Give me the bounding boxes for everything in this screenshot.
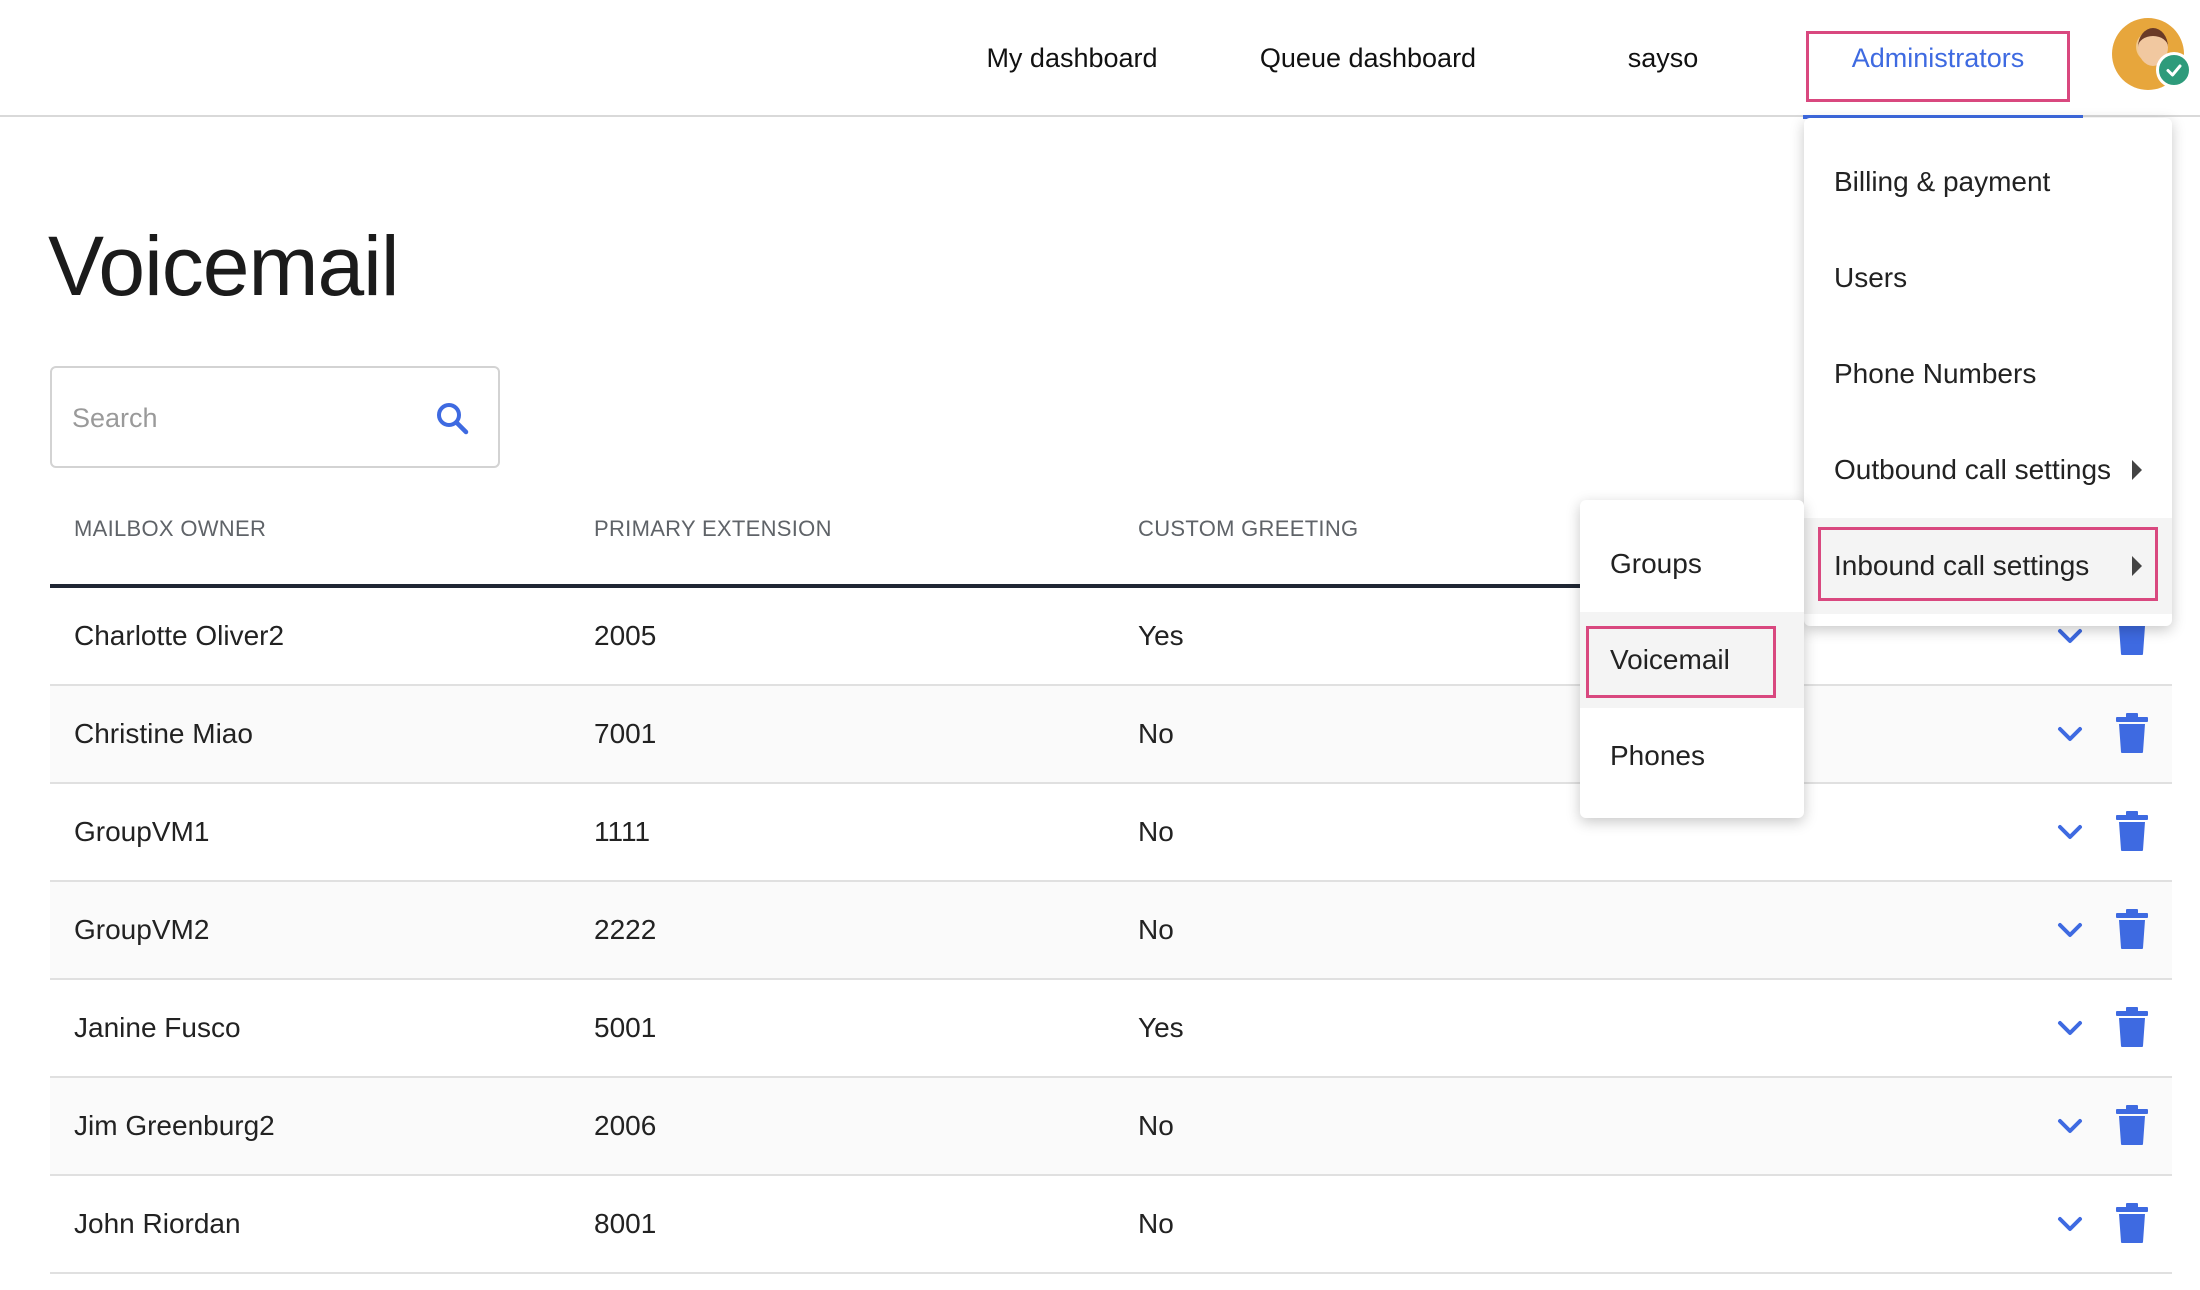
delete-row-button[interactable]	[2114, 810, 2150, 852]
chevron-down-icon	[2058, 923, 2082, 937]
menu-item-label: Outbound call settings	[1834, 454, 2112, 485]
delete-row-button[interactable]	[2114, 1202, 2150, 1244]
menu-item-inbound-call-settings[interactable]: Inbound call settings	[1804, 518, 2172, 614]
cell-primary-extension: 2005	[594, 620, 657, 651]
submenu-item-groups[interactable]: Groups	[1580, 516, 1804, 612]
menu-item-label: Billing & payment	[1834, 166, 2051, 197]
cell-mailbox-owner: John Riordan	[74, 1208, 241, 1239]
cell-mailbox-owner: Christine Miao	[74, 718, 253, 749]
chevron-down-icon	[2058, 825, 2082, 839]
cell-custom-greeting: Yes	[1138, 620, 1184, 651]
trash-icon	[2116, 1007, 2148, 1047]
cell-primary-extension: 2222	[594, 914, 657, 945]
inbound-call-settings-submenu: Groups Voicemail Phones	[1580, 500, 1804, 818]
trash-icon	[2116, 1105, 2148, 1145]
chevron-down-icon	[2058, 727, 2082, 741]
status-online-badge	[2156, 52, 2192, 88]
cell-custom-greeting: No	[1138, 1110, 1174, 1141]
nav-administrators-highlight	[1806, 31, 2070, 102]
menu-item-label: Inbound call settings	[1834, 550, 2090, 581]
nav-queue-dashboard[interactable]: Queue dashboard	[1240, 0, 1496, 117]
cell-mailbox-owner: GroupVM1	[74, 816, 210, 847]
cell-primary-extension: 1111	[594, 816, 651, 847]
expand-row-button[interactable]	[2052, 1206, 2088, 1242]
cell-mailbox-owner: Charlotte Oliver2	[74, 620, 285, 651]
expand-row-button[interactable]	[2052, 716, 2088, 752]
top-navigation-bar: My dashboard Queue dashboard sayso Admin…	[0, 0, 2200, 119]
submenu-item-voicemail[interactable]: Voicemail	[1580, 612, 1804, 708]
menu-item-label: Users	[1834, 262, 1908, 293]
chevron-down-icon	[2058, 1217, 2082, 1231]
menu-item-outbound-call-settings[interactable]: Outbound call settings	[1804, 422, 2172, 518]
menu-item-billing-payment[interactable]: Billing & payment	[1804, 134, 2172, 230]
expand-row-button[interactable]	[2052, 912, 2088, 948]
submenu-item-phones[interactable]: Phones	[1580, 708, 1804, 804]
trash-icon	[2116, 811, 2148, 851]
search-button[interactable]	[432, 398, 474, 440]
submenu-item-label: Phones	[1610, 740, 1705, 771]
cell-primary-extension: 5001	[594, 1012, 657, 1043]
column-header-primary-extension[interactable]: PRIMARY EXTENSION	[594, 516, 832, 542]
trash-icon	[2116, 909, 2148, 949]
table-row: John Riordan 8001 No	[50, 1176, 2172, 1274]
expand-row-button[interactable]	[2052, 1108, 2088, 1144]
nav-sayso[interactable]: sayso	[1600, 0, 1726, 117]
column-header-mailbox-owner[interactable]: MAILBOX OWNER	[74, 516, 266, 542]
search-icon	[437, 403, 469, 435]
table-row: GroupVM2 2222 No	[50, 882, 2172, 980]
cell-primary-extension: 2006	[594, 1110, 657, 1141]
table-row: Jim Greenburg2 2006 No	[50, 1078, 2172, 1176]
delete-row-button[interactable]	[2114, 712, 2150, 754]
nav-my-dashboard[interactable]: My dashboard	[960, 0, 1184, 117]
search-box	[50, 366, 500, 468]
cell-custom-greeting: No	[1138, 816, 1174, 847]
submenu-item-label: Voicemail	[1610, 644, 1730, 675]
avatar[interactable]	[2112, 18, 2192, 90]
trash-icon	[2116, 1203, 2148, 1243]
delete-row-button[interactable]	[2114, 1104, 2150, 1146]
administrators-menu: Billing & payment Users Phone Numbers Ou…	[1804, 118, 2172, 626]
expand-row-button[interactable]	[2052, 814, 2088, 850]
column-header-custom-greeting[interactable]: CUSTOM GREETING	[1138, 516, 1358, 542]
cell-mailbox-owner: Janine Fusco	[74, 1012, 241, 1043]
cell-custom-greeting: No	[1138, 718, 1174, 749]
delete-row-button[interactable]	[2114, 908, 2150, 950]
nav-administrators[interactable]: Administrators	[1803, 0, 2083, 119]
expand-row-button[interactable]	[2052, 1010, 2088, 1046]
check-icon	[2166, 64, 2182, 77]
cell-custom-greeting: Yes	[1138, 1012, 1184, 1043]
caret-right-icon	[2132, 556, 2142, 576]
page-title: Voicemail	[48, 219, 400, 313]
table-body: Charlotte Oliver2 2005 Yes Christine Miao 70…	[50, 588, 2172, 1274]
search-input[interactable]	[70, 394, 410, 442]
table-row: Janine Fusco 5001 Yes	[50, 980, 2172, 1078]
menu-item-label: Phone Numbers	[1834, 358, 2037, 389]
menu-item-users[interactable]: Users	[1804, 230, 2172, 326]
nav-queue-dashboard-label: Queue dashboard	[1259, 43, 1477, 73]
submenu-item-label: Groups	[1610, 548, 1702, 579]
chevron-down-icon	[2058, 1021, 2082, 1035]
table-row: Christine Miao 7001 No	[50, 686, 2172, 784]
cell-custom-greeting: No	[1138, 914, 1174, 945]
cell-custom-greeting: No	[1138, 1208, 1174, 1239]
delete-row-button[interactable]	[2114, 1006, 2150, 1048]
trash-icon	[2116, 713, 2148, 753]
nav-sayso-label: sayso	[1627, 43, 1699, 73]
caret-right-icon	[2132, 460, 2142, 480]
table-row: GroupVM1 1111 No	[50, 784, 2172, 882]
menu-item-phone-numbers[interactable]: Phone Numbers	[1804, 326, 2172, 422]
cell-primary-extension: 7001	[594, 718, 657, 749]
cell-primary-extension: 8001	[594, 1208, 657, 1239]
cell-mailbox-owner: GroupVM2	[74, 914, 210, 945]
nav-my-dashboard-label: My dashboard	[986, 43, 1158, 73]
chevron-down-icon	[2058, 1119, 2082, 1133]
cell-mailbox-owner: Jim Greenburg2	[74, 1110, 275, 1141]
